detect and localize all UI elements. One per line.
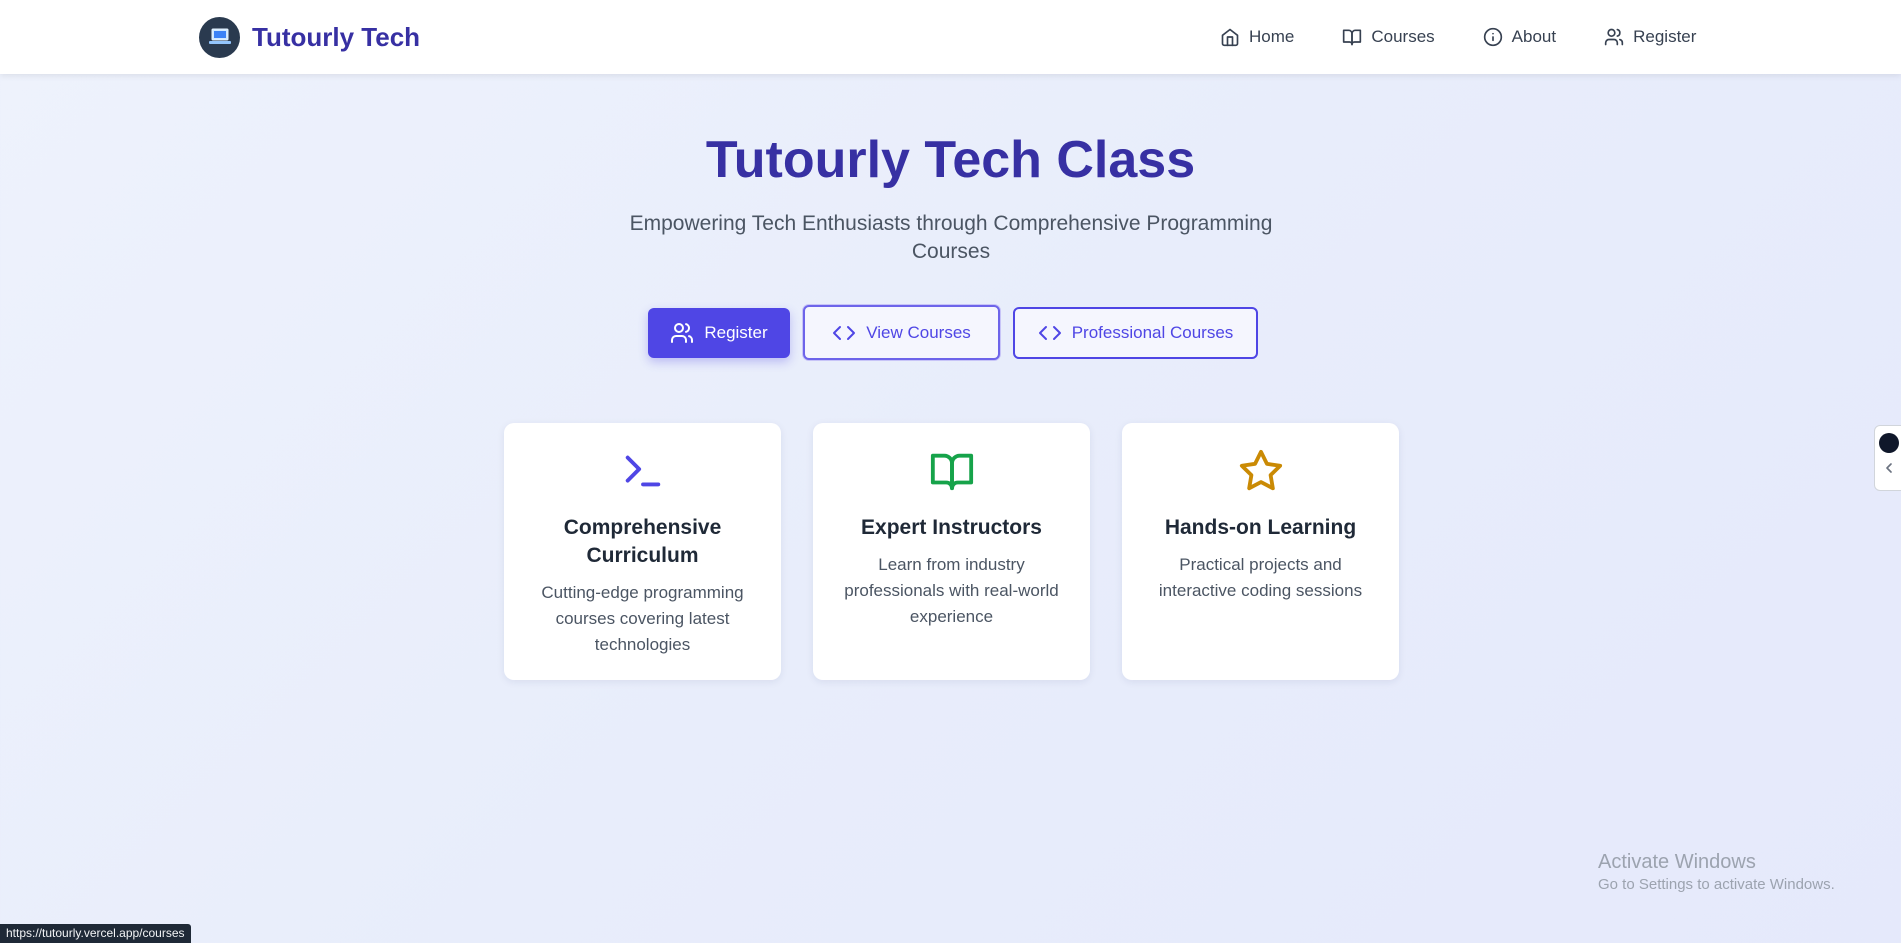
activate-title: Activate Windows [1598, 851, 1756, 873]
nav-links: Home Courses About Register [1220, 22, 1696, 52]
feature-card-curriculum: Comprehensive Curriculum Cutting-edge pr… [504, 423, 781, 680]
laptop-logo-icon [208, 28, 231, 44]
feature-card-desc: Cutting-edge programming courses coverin… [541, 583, 744, 654]
page-title: Tutourly Tech Class [705, 131, 1196, 189]
star-icon [1239, 449, 1282, 491]
code-icon [833, 325, 856, 340]
book-icon [1343, 29, 1362, 46]
brand-name: Tutourly Tech [252, 21, 421, 52]
extension-icon[interactable] [1879, 433, 1899, 453]
nav-link-label: Home [1249, 27, 1295, 46]
feature-cards: Comprehensive Curriculum Cutting-edge pr… [504, 423, 1399, 680]
professional-courses-button-label: Professional Courses [1071, 322, 1234, 342]
hero-actions: Register View Courses Professional Cours… [648, 305, 1258, 360]
terminal-icon [625, 455, 660, 487]
nav-link-label: Courses [1371, 27, 1435, 46]
status-bar-url: https://tutourly.vercel.app/courses [0, 924, 191, 943]
nav-link-courses[interactable]: Courses [1342, 27, 1435, 47]
chevron-left-icon[interactable] [1881, 459, 1897, 477]
nav-link-about[interactable]: About [1483, 27, 1556, 47]
users-icon [671, 322, 694, 343]
users-icon [1604, 28, 1624, 46]
view-courses-button-label: View Courses [866, 322, 971, 342]
feature-card-title: Hands-on Learning [1164, 516, 1357, 539]
info-icon [1483, 27, 1502, 47]
feature-card-title: Expert Instructors [861, 516, 1042, 539]
feature-card-instructors: Expert Instructors Learn from industry p… [813, 423, 1090, 680]
nav-link-register[interactable]: Register [1604, 27, 1696, 47]
feature-card-title: Comprehensive Curriculum [563, 516, 722, 567]
nav-link-label: About [1511, 27, 1557, 46]
code-icon [1038, 325, 1061, 340]
home-icon [1221, 28, 1239, 47]
activate-subtitle: Go to Settings to activate Windows. [1598, 876, 1835, 893]
feature-card-desc: Learn from industry professionals with r… [844, 555, 1059, 626]
feature-card-desc: Practical projects and interactive codin… [1158, 555, 1363, 600]
brand-logo [199, 16, 240, 58]
register-button[interactable]: Register [648, 307, 790, 358]
professional-courses-button[interactable]: Professional Courses [1013, 306, 1258, 359]
side-widget[interactable] [1874, 425, 1901, 491]
nav-link-label: Register [1633, 27, 1697, 46]
feature-card-hands-on: Hands-on Learning Practical projects and… [1122, 423, 1399, 680]
navbar: Tutourly Tech Home Courses About Registe… [0, 0, 1901, 74]
brand[interactable]: Tutourly Tech [199, 16, 420, 58]
activate-windows-watermark: Activate Windows Go to Settings to activ… [1598, 851, 1835, 893]
book-open-icon [930, 453, 973, 491]
view-courses-button[interactable]: View Courses [803, 305, 1000, 360]
page-subtitle: Empowering Tech Enthusiasts through Comp… [629, 212, 1273, 263]
register-button-label: Register [704, 322, 768, 342]
nav-link-home[interactable]: Home [1220, 27, 1294, 47]
